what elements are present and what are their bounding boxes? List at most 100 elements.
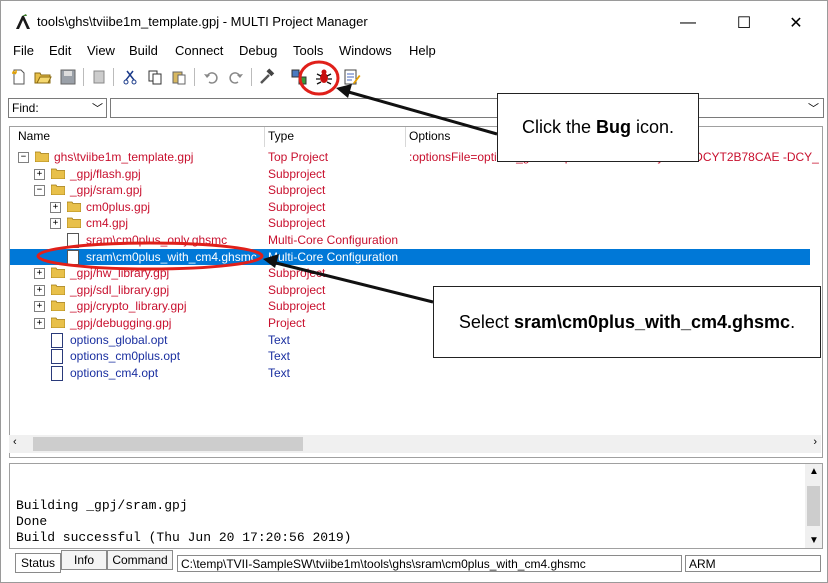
tree-item-type: Subproject (268, 299, 326, 314)
callout-text: icon. (631, 117, 675, 137)
close-button[interactable]: ✕ (773, 9, 819, 37)
open-button[interactable] (33, 67, 53, 87)
status-path: C:\temp\TVII-SampleSW\tviibe1m\tools\ghs… (177, 555, 682, 572)
horizontal-scroll-thumb[interactable] (33, 437, 303, 451)
build-button[interactable] (257, 67, 277, 87)
column-type-header[interactable]: Type (268, 129, 294, 143)
menu-file[interactable]: File (13, 43, 34, 58)
column-options-header[interactable]: Options (409, 129, 450, 143)
close-icon: ✕ (789, 15, 803, 32)
toolbar (1, 63, 827, 91)
status-architecture: ARM (685, 555, 821, 572)
connect-icon (291, 69, 307, 85)
paste-button[interactable] (169, 67, 189, 87)
folder-icon (51, 168, 65, 179)
menu-tools[interactable]: Tools (293, 43, 323, 58)
text-file-icon (51, 332, 63, 348)
menu-bar: File Edit View Build Connect Debug Tools… (1, 41, 827, 61)
expand-icon[interactable]: + (50, 201, 61, 213)
horizontal-scrollbar[interactable]: ‹ › (9, 435, 821, 453)
menu-connect[interactable]: Connect (175, 43, 223, 58)
scroll-left-icon[interactable]: ‹ (13, 436, 17, 448)
chevron-down-icon: ﹀ (92, 103, 103, 115)
tree-item-type: Subproject (268, 282, 326, 297)
paste-icon (172, 71, 186, 85)
cut-button[interactable] (120, 67, 140, 87)
redo-button[interactable] (226, 67, 246, 87)
expand-icon[interactable]: + (50, 218, 61, 230)
callout-text: Click the (521, 117, 596, 137)
callout-bold: Bug (596, 117, 631, 137)
scroll-down-icon[interactable]: ▼ (809, 535, 819, 546)
undo-button[interactable] (201, 67, 221, 87)
expand-icon[interactable]: + (34, 284, 45, 296)
collapse-icon[interactable]: − (34, 185, 45, 197)
menu-build[interactable]: Build (129, 43, 158, 58)
callout-bold: sram\cm0plus_with_cm4.ghsmc (513, 311, 791, 332)
connect-button[interactable] (289, 67, 309, 87)
open-folder-icon (34, 72, 52, 84)
tree-item-label: sram\cm0plus_only.ghsmc (86, 233, 228, 247)
save-button[interactable] (58, 67, 78, 87)
expand-icon[interactable]: + (34, 318, 45, 329)
toolbar-separator (113, 68, 114, 86)
tree-row[interactable]: options_cm4.opt Text (10, 365, 810, 381)
print-button[interactable] (89, 67, 109, 87)
tree-item-label: _gpj/crypto_library.gpj (70, 299, 187, 314)
expand-icon[interactable]: + (34, 268, 45, 280)
output-line: Build successful (Thu Jun 20 17:20:56 20… (16, 530, 352, 545)
folder-icon (67, 217, 81, 229)
column-name-header[interactable]: Name (18, 129, 50, 143)
find-dropdown[interactable]: Find: ﹀ (8, 98, 107, 118)
file-icon (67, 249, 79, 265)
tree-item-type: Subproject (268, 166, 326, 181)
copy-button[interactable] (145, 67, 165, 87)
tree-row[interactable]: + cm4.gpj Subproject (10, 215, 810, 231)
bug-icon (316, 69, 332, 85)
menu-debug[interactable]: Debug (239, 43, 277, 58)
tree-row[interactable]: + cm0plus.gpj Subproject (10, 199, 810, 215)
menu-view[interactable]: View (87, 43, 115, 58)
tab-command[interactable]: Command (107, 550, 173, 570)
tree-item-label: _gpj/hw_library.gpj (70, 266, 170, 281)
undo-icon (204, 72, 218, 84)
new-file-button[interactable] (9, 67, 29, 87)
tree-item-type: Subproject (268, 183, 326, 198)
find-input[interactable]: ﹀ (110, 98, 824, 118)
tree-item-label: cm4.gpj (86, 216, 129, 231)
vertical-scrollbar[interactable]: ▲ ▼ (805, 464, 822, 548)
minimize-icon: — (680, 14, 696, 31)
collapse-icon[interactable]: − (18, 152, 29, 163)
menu-help[interactable]: Help (409, 43, 436, 58)
tab-status[interactable]: Status (15, 553, 61, 573)
expand-icon[interactable]: + (34, 168, 45, 180)
tree-item-type: Multi-Core Configuration (268, 249, 399, 264)
editor-button[interactable] (342, 67, 362, 87)
column-divider[interactable] (405, 127, 406, 147)
tree-row[interactable]: − _gpj/sram.gpj Subproject (10, 182, 810, 198)
scroll-right-icon[interactable]: › (813, 436, 817, 448)
menu-edit[interactable]: Edit (49, 43, 71, 58)
column-divider[interactable] (264, 127, 265, 147)
tree-row[interactable]: sram\cm0plus_with_cm4.ghsmc Multi-Core Co… (10, 248, 810, 265)
debug-button[interactable] (314, 67, 334, 87)
folder-icon (35, 151, 49, 162)
new-file-icon (12, 69, 25, 85)
tree-item-label: _gpj/debugging.gpj (70, 316, 172, 330)
tree-row[interactable]: + _gpj/hw_library.gpj Subproject (10, 265, 810, 281)
menu-windows[interactable]: Windows (339, 43, 392, 58)
minimize-button[interactable]: — (665, 9, 711, 37)
tree-row[interactable]: sram\cm0plus_only.ghsmc Multi-Core Config… (10, 232, 810, 248)
tab-info[interactable]: Info (61, 550, 107, 570)
vertical-scroll-thumb[interactable] (807, 486, 820, 526)
folder-icon (51, 267, 65, 279)
maximize-button[interactable]: ☐ (721, 9, 767, 37)
scroll-up-icon[interactable]: ▲ (809, 466, 819, 477)
tree-item-label: options_cm0plus.opt (70, 349, 181, 364)
expand-icon[interactable]: + (34, 301, 45, 313)
multi-logo-icon (16, 14, 30, 29)
toolbar-separator (194, 68, 195, 86)
tree-row[interactable]: + _gpj/flash.gpj Subproject (10, 166, 810, 182)
maximize-icon: ☐ (736, 15, 752, 32)
find-label: Find: (12, 101, 39, 115)
